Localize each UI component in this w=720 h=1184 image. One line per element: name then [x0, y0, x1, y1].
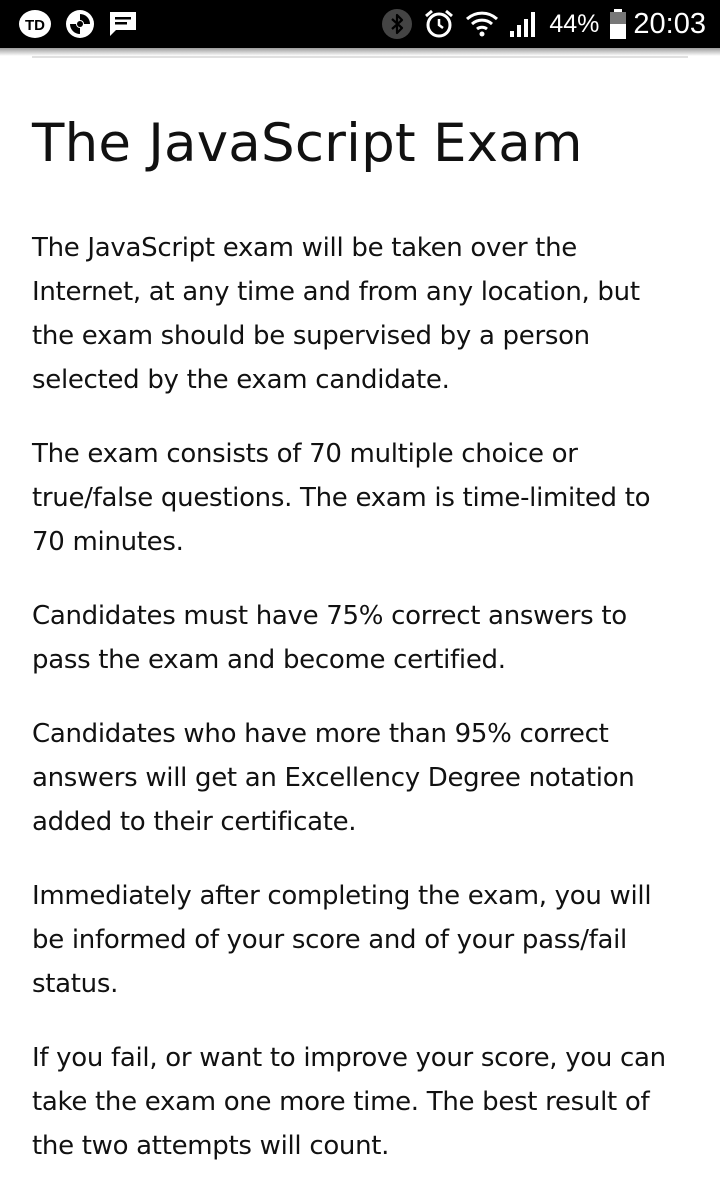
- td-app-icon: TD: [18, 9, 52, 39]
- message-icon: [108, 10, 138, 38]
- paragraph-exam-format: The exam consists of 70 multiple choice …: [32, 439, 651, 557]
- status-bar-notifications: TD: [18, 8, 150, 40]
- article-content: The JavaScript Exam The JavaScript exam …: [32, 108, 688, 1184]
- paragraph-retake-policy: If you fail, or want to improve your sco…: [32, 1043, 666, 1161]
- bluetooth-icon: [381, 8, 413, 40]
- page-title: The JavaScript Exam: [32, 113, 583, 174]
- status-bar: TD 44% 20:03: [0, 0, 720, 48]
- paragraph-pass-requirement: Candidates must have 75% correct answers…: [32, 601, 627, 675]
- status-bar-clock: 20:03: [633, 7, 706, 40]
- battery-percentage: 44%: [549, 9, 600, 38]
- svg-text:TD: TD: [25, 17, 45, 34]
- battery-icon: [609, 8, 627, 40]
- alarm-icon: [423, 8, 455, 40]
- swirl-app-icon: [64, 8, 96, 40]
- paragraph-exam-location: The JavaScript exam will be taken over t…: [32, 233, 640, 395]
- paragraph-score-notification: Immediately after completing the exam, y…: [32, 881, 652, 999]
- top-divider: [32, 56, 688, 58]
- signal-icon: [509, 9, 539, 39]
- paragraph-excellency-degree: Candidates who have more than 95% correc…: [32, 719, 635, 837]
- wifi-icon: [465, 10, 499, 38]
- app-bar-shadow: [0, 48, 720, 56]
- status-bar-system: 44% 20:03: [371, 8, 706, 41]
